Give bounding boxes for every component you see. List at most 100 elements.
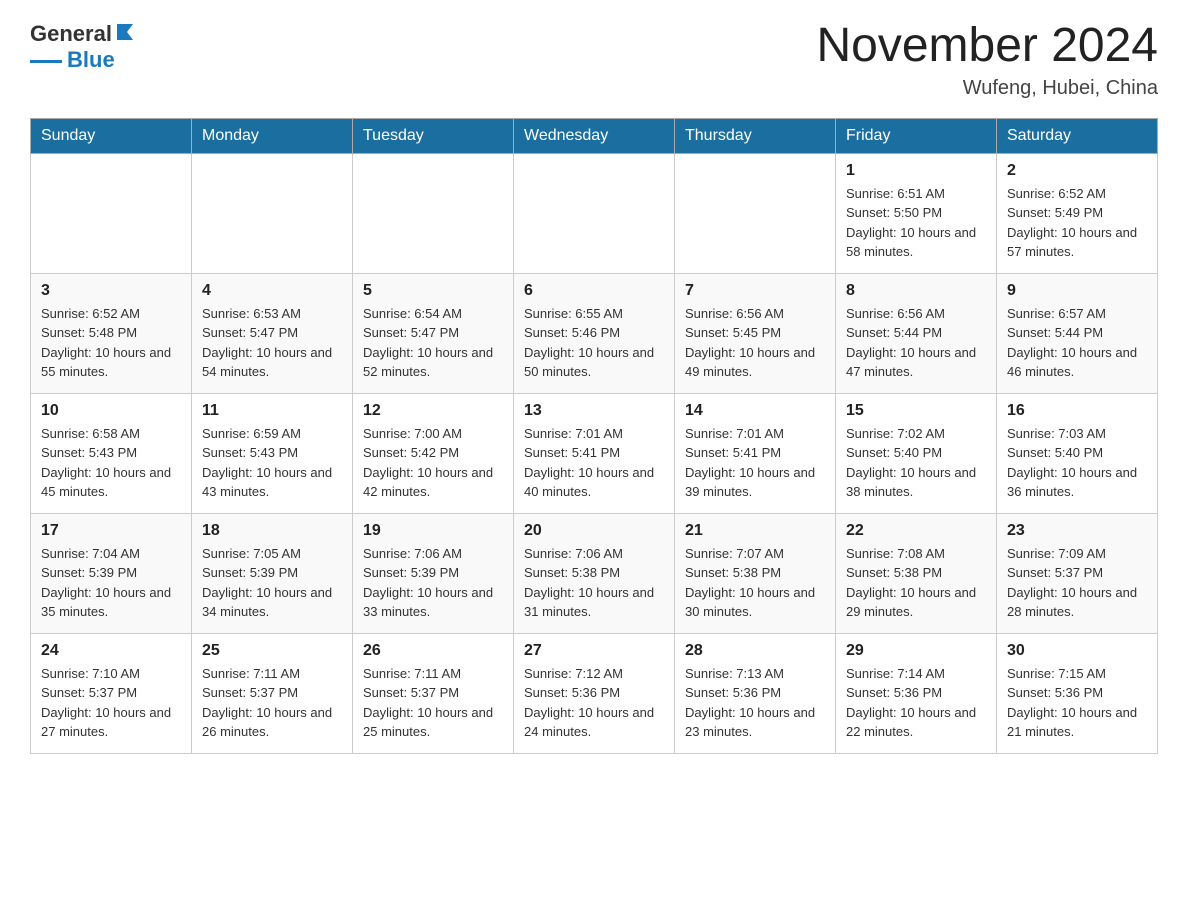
calendar-cell: 19 Sunrise: 7:06 AM Sunset: 5:39 PM Dayli… [353,513,514,633]
column-header-friday: Friday [836,118,997,153]
calendar-cell: 16Sunrise: 7:03 AM Sunset: 5:40 PM Dayli… [997,393,1158,513]
day-info: Sunrise: 6:55 AM Sunset: 5:46 PM Dayligh… [524,304,664,382]
column-header-sunday: Sunday [31,118,192,153]
day-info: Sunrise: 6:52 AM Sunset: 5:49 PM Dayligh… [1007,184,1147,262]
day-info: Sunrise: 6:57 AM Sunset: 5:44 PM Dayligh… [1007,304,1147,382]
day-number: 29 [846,642,986,660]
day-info: Sunrise: 7:13 AM Sunset: 5:36 PM Dayligh… [685,664,825,742]
day-number: 8 [846,282,986,300]
day-number: 19 [363,522,503,540]
calendar-week-row: 24 Sunrise: 7:10 AM Sunset: 5:37 PM Dayli… [31,633,1158,753]
column-header-tuesday: Tuesday [353,118,514,153]
calendar-cell: 22 Sunrise: 7:08 AM Sunset: 5:38 PM Dayli… [836,513,997,633]
calendar-cell: 1 Sunrise: 6:51 AM Sunset: 5:50 PM Daylig… [836,153,997,273]
calendar-cell: 3 Sunrise: 6:52 AM Sunset: 5:48 PM Daylig… [31,273,192,393]
day-info: Sunrise: 6:52 AM Sunset: 5:48 PM Dayligh… [41,304,181,382]
calendar-cell: 30 Sunrise: 7:15 AM Sunset: 5:36 PM Dayli… [997,633,1158,753]
day-info: Sunrise: 7:11 AM Sunset: 5:37 PM Dayligh… [363,664,503,742]
day-info: Sunrise: 6:54 AM Sunset: 5:47 PM Dayligh… [363,304,503,382]
calendar-table: SundayMondayTuesdayWednesdayThursdayFrid… [30,118,1158,754]
day-info: Sunrise: 6:51 AM Sunset: 5:50 PM Dayligh… [846,184,986,262]
day-number: 28 [685,642,825,660]
calendar-cell: 29 Sunrise: 7:14 AM Sunset: 5:36 PM Dayli… [836,633,997,753]
day-number: 14 [685,402,825,420]
calendar-cell: 27 Sunrise: 7:12 AM Sunset: 5:36 PM Dayli… [514,633,675,753]
calendar-cell: 12 Sunrise: 7:00 AM Sunset: 5:42 PM Dayli… [353,393,514,513]
day-info: Sunrise: 7:05 AM Sunset: 5:39 PM Dayligh… [202,544,342,622]
logo-flag-icon [115,20,137,42]
column-header-monday: Monday [192,118,353,153]
month-title: November 2024 [816,20,1158,73]
day-info: Sunrise: 6:53 AM Sunset: 5:47 PM Dayligh… [202,304,342,382]
calendar-cell: 6 Sunrise: 6:55 AM Sunset: 5:46 PM Daylig… [514,273,675,393]
day-number: 1 [846,162,986,180]
day-number: 30 [1007,642,1147,660]
calendar-cell [675,153,836,273]
day-number: 2 [1007,162,1147,180]
day-info: Sunrise: 7:04 AM Sunset: 5:39 PM Dayligh… [41,544,181,622]
day-number: 27 [524,642,664,660]
calendar-header-row: SundayMondayTuesdayWednesdayThursdayFrid… [31,118,1158,153]
day-number: 4 [202,282,342,300]
calendar-cell: 20 Sunrise: 7:06 AM Sunset: 5:38 PM Dayli… [514,513,675,633]
day-number: 26 [363,642,503,660]
day-info: Sunrise: 7:00 AM Sunset: 5:42 PM Dayligh… [363,424,503,502]
day-info: Sunrise: 7:08 AM Sunset: 5:38 PM Dayligh… [846,544,986,622]
day-number: 13 [524,402,664,420]
day-number: 21 [685,522,825,540]
day-number: 18 [202,522,342,540]
calendar-cell: 21 Sunrise: 7:07 AM Sunset: 5:38 PM Dayli… [675,513,836,633]
calendar-cell [514,153,675,273]
day-info: Sunrise: 7:03 AM Sunset: 5:40 PM Dayligh… [1007,424,1147,502]
logo: General Blue [30,20,137,73]
calendar-cell: 11Sunrise: 6:59 AM Sunset: 5:43 PM Dayli… [192,393,353,513]
day-info: Sunrise: 7:01 AM Sunset: 5:41 PM Dayligh… [524,424,664,502]
day-number: 9 [1007,282,1147,300]
day-number: 6 [524,282,664,300]
day-info: Sunrise: 7:10 AM Sunset: 5:37 PM Dayligh… [41,664,181,742]
day-number: 24 [41,642,181,660]
calendar-cell: 24 Sunrise: 7:10 AM Sunset: 5:37 PM Dayli… [31,633,192,753]
day-info: Sunrise: 7:02 AM Sunset: 5:40 PM Dayligh… [846,424,986,502]
day-number: 12 [363,402,503,420]
calendar-cell: 17 Sunrise: 7:04 AM Sunset: 5:39 PM Dayli… [31,513,192,633]
day-number: 25 [202,642,342,660]
day-number: 15 [846,402,986,420]
day-number: 17 [41,522,181,540]
calendar-cell: 14 Sunrise: 7:01 AM Sunset: 5:41 PM Dayli… [675,393,836,513]
column-header-thursday: Thursday [675,118,836,153]
calendar-week-row: 3 Sunrise: 6:52 AM Sunset: 5:48 PM Daylig… [31,273,1158,393]
day-info: Sunrise: 7:14 AM Sunset: 5:36 PM Dayligh… [846,664,986,742]
calendar-cell: 13 Sunrise: 7:01 AM Sunset: 5:41 PM Dayli… [514,393,675,513]
calendar-cell: 9 Sunrise: 6:57 AM Sunset: 5:44 PM Daylig… [997,273,1158,393]
calendar-cell: 7Sunrise: 6:56 AM Sunset: 5:45 PM Daylig… [675,273,836,393]
logo-underline [30,60,62,63]
day-info: Sunrise: 7:11 AM Sunset: 5:37 PM Dayligh… [202,664,342,742]
day-info: Sunrise: 7:06 AM Sunset: 5:38 PM Dayligh… [524,544,664,622]
day-info: Sunrise: 7:06 AM Sunset: 5:39 PM Dayligh… [363,544,503,622]
calendar-cell: 8 Sunrise: 6:56 AM Sunset: 5:44 PM Daylig… [836,273,997,393]
calendar-cell: 28 Sunrise: 7:13 AM Sunset: 5:36 PM Dayli… [675,633,836,753]
day-info: Sunrise: 7:15 AM Sunset: 5:36 PM Dayligh… [1007,664,1147,742]
day-info: Sunrise: 7:12 AM Sunset: 5:36 PM Dayligh… [524,664,664,742]
calendar-cell: 10 Sunrise: 6:58 AM Sunset: 5:43 PM Dayli… [31,393,192,513]
location-subtitle: Wufeng, Hubei, China [816,77,1158,100]
day-info: Sunrise: 6:56 AM Sunset: 5:44 PM Dayligh… [846,304,986,382]
day-number: 22 [846,522,986,540]
day-number: 10 [41,402,181,420]
calendar-cell: 15 Sunrise: 7:02 AM Sunset: 5:40 PM Dayli… [836,393,997,513]
day-number: 11 [202,402,342,420]
calendar-cell: 4 Sunrise: 6:53 AM Sunset: 5:47 PM Daylig… [192,273,353,393]
column-header-saturday: Saturday [997,118,1158,153]
calendar-cell: 2 Sunrise: 6:52 AM Sunset: 5:49 PM Daylig… [997,153,1158,273]
page-header: General Blue November 2024 Wufeng, Hubei… [30,20,1158,100]
calendar-week-row: 10 Sunrise: 6:58 AM Sunset: 5:43 PM Dayli… [31,393,1158,513]
day-info: Sunrise: 7:01 AM Sunset: 5:41 PM Dayligh… [685,424,825,502]
day-number: 3 [41,282,181,300]
day-number: 20 [524,522,664,540]
day-info: Sunrise: 6:58 AM Sunset: 5:43 PM Dayligh… [41,424,181,502]
calendar-cell: 18 Sunrise: 7:05 AM Sunset: 5:39 PM Dayli… [192,513,353,633]
calendar-cell: 23Sunrise: 7:09 AM Sunset: 5:37 PM Dayli… [997,513,1158,633]
day-info: Sunrise: 7:07 AM Sunset: 5:38 PM Dayligh… [685,544,825,622]
logo-general-text: General [30,21,112,47]
